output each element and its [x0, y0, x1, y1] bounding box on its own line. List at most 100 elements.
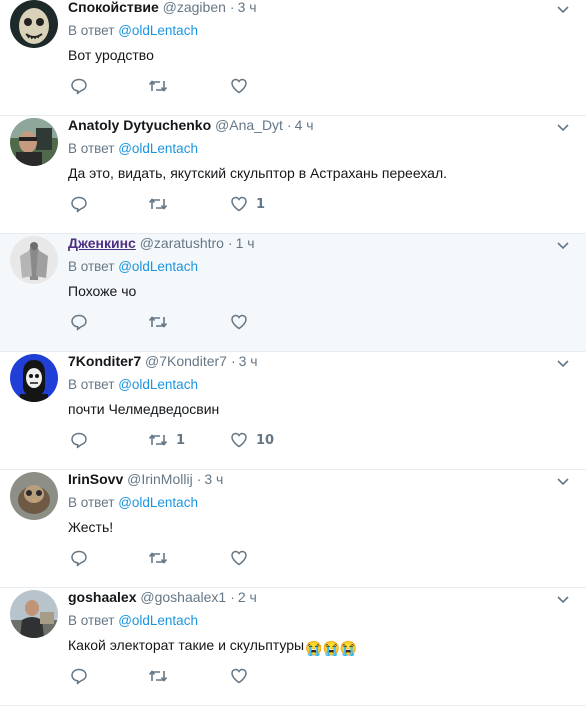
tweet[interactable]: Дженкинс @zaratushtro · 1 ч В ответ @oldLe…: [0, 234, 586, 352]
tweet-header: Anatoly Dytyuchenko @Ana_Dyt · 4 ч: [68, 116, 314, 134]
separator: ·: [230, 353, 236, 369]
chevron-down-icon[interactable]: [556, 592, 570, 604]
tweet-header: Спокойствие @zagiben · 3 ч: [68, 0, 257, 16]
mention-link[interactable]: @oldLentach: [118, 259, 198, 274]
mention-link[interactable]: @oldLentach: [118, 495, 198, 510]
reply-context: В ответ @oldLentach: [68, 258, 198, 276]
user-name[interactable]: IrinSovv: [68, 471, 123, 487]
like-count: 10: [256, 432, 275, 448]
reply-context: В ответ @oldLentach: [68, 22, 198, 40]
reply-context: В ответ @oldLentach: [68, 140, 198, 158]
reply-button[interactable]: [70, 194, 88, 214]
mention-link[interactable]: @oldLentach: [118, 23, 198, 38]
reply-button[interactable]: [70, 76, 88, 96]
timestamp[interactable]: 3 ч: [238, 0, 257, 15]
avatar[interactable]: [10, 118, 58, 166]
reply-icon: [70, 195, 88, 213]
reply-button[interactable]: [70, 548, 88, 568]
like-button[interactable]: [230, 312, 256, 332]
tweet[interactable]: goshaalex @goshaalex1 · 2 ч В ответ @oldLe…: [0, 588, 586, 706]
tweet-text: Вот уродство: [68, 47, 154, 63]
retweet-icon: [148, 313, 168, 331]
user-name[interactable]: goshaalex: [68, 589, 136, 605]
retweet-button[interactable]: [148, 76, 176, 96]
user-name[interactable]: Спокойствие: [68, 0, 159, 15]
retweet-button[interactable]: [148, 312, 176, 332]
reply-context: В ответ @oldLentach: [68, 494, 198, 512]
user-handle[interactable]: @7Konditer7: [145, 353, 227, 369]
like-button[interactable]: [230, 76, 256, 96]
heart-icon: [230, 195, 248, 213]
tweet[interactable]: Anatoly Dytyuchenko @Ana_Dyt · 4 ч В ответ…: [0, 116, 586, 234]
tweet-header: 7Konditer7 @7Konditer7 · 3 ч: [68, 352, 258, 370]
separator: ·: [229, 0, 235, 15]
tweet-text: Да это, видать, якутский скульптор в Аст…: [68, 165, 448, 181]
retweet-icon: [148, 431, 168, 449]
timestamp[interactable]: 3 ч: [239, 353, 258, 369]
heart-icon: [230, 549, 248, 567]
chevron-down-icon[interactable]: [556, 474, 570, 486]
reply-prefix: В ответ: [68, 495, 115, 510]
user-handle[interactable]: @goshaalex1: [140, 589, 226, 605]
like-button[interactable]: 1: [230, 194, 265, 214]
mention-link[interactable]: @oldLentach: [118, 141, 198, 156]
user-handle[interactable]: @IrinMollij: [127, 471, 193, 487]
heart-icon: [230, 77, 248, 95]
chevron-down-icon[interactable]: [556, 120, 570, 132]
user-handle[interactable]: @Ana_Dyt: [215, 117, 283, 133]
chevron-down-icon[interactable]: [556, 2, 570, 14]
heart-icon: [230, 313, 248, 331]
reply-prefix: В ответ: [68, 23, 115, 38]
avatar[interactable]: [10, 354, 58, 402]
timestamp[interactable]: 1 ч: [236, 235, 255, 251]
chevron-down-icon[interactable]: [556, 356, 570, 368]
retweet-button[interactable]: [148, 194, 176, 214]
avatar[interactable]: [10, 472, 58, 520]
like-button[interactable]: [230, 666, 256, 686]
reply-button[interactable]: [70, 312, 88, 332]
timestamp[interactable]: 4 ч: [295, 117, 314, 133]
timestamp[interactable]: 3 ч: [204, 471, 223, 487]
tweet-text: Жесть!: [68, 519, 114, 535]
like-button[interactable]: 10: [230, 430, 274, 450]
retweet-button[interactable]: [148, 666, 176, 686]
avatar[interactable]: [10, 590, 58, 638]
tweet[interactable]: Спокойствие @zagiben · 3 ч В ответ @oldLen…: [0, 0, 586, 116]
reply-icon: [70, 313, 88, 331]
reply-prefix: В ответ: [68, 377, 115, 392]
user-handle[interactable]: @zaratushtro: [140, 235, 224, 251]
heart-icon: [230, 431, 248, 449]
retweet-button[interactable]: [148, 548, 176, 568]
like-button[interactable]: [230, 548, 256, 568]
reply-icon: [70, 431, 88, 449]
tweet[interactable]: IrinSovv @IrinMollij · 3 ч В ответ @oldLen…: [0, 470, 586, 588]
mention-link[interactable]: @oldLentach: [118, 377, 198, 392]
avatar[interactable]: [10, 236, 58, 284]
tweet-header: Дженкинс @zaratushtro · 1 ч: [68, 234, 255, 252]
tweet-header: goshaalex @goshaalex1 · 2 ч: [68, 588, 257, 606]
reply-prefix: В ответ: [68, 613, 115, 628]
separator: ·: [227, 235, 233, 251]
reply-context: В ответ @oldLentach: [68, 612, 198, 630]
reply-button[interactable]: [70, 430, 88, 450]
user-handle[interactable]: @zagiben: [163, 0, 226, 15]
user-name[interactable]: Anatoly Dytyuchenko: [68, 117, 211, 133]
separator: ·: [286, 117, 292, 133]
reply-context: В ответ @oldLentach: [68, 376, 198, 394]
separator: ·: [196, 471, 202, 487]
retweet-button[interactable]: 1: [148, 430, 185, 450]
tweet[interactable]: 7Konditer7 @7Konditer7 · 3 ч В ответ @oldL…: [0, 352, 586, 470]
tweet-text: Какой электорат такие и скульптуры😭😭😭: [68, 636, 357, 657]
timestamp[interactable]: 2 ч: [238, 589, 257, 605]
reply-feed: Спокойствие @zagiben · 3 ч В ответ @oldLen…: [0, 0, 586, 706]
heart-icon: [230, 667, 248, 685]
avatar[interactable]: [10, 0, 58, 48]
retweet-icon: [148, 77, 168, 95]
mention-link[interactable]: @oldLentach: [118, 613, 198, 628]
user-name[interactable]: 7Konditer7: [68, 353, 141, 369]
user-name[interactable]: Дженкинс: [68, 235, 136, 251]
reply-prefix: В ответ: [68, 141, 115, 156]
retweet-icon: [148, 667, 168, 685]
reply-button[interactable]: [70, 666, 88, 686]
chevron-down-icon[interactable]: [556, 238, 570, 250]
